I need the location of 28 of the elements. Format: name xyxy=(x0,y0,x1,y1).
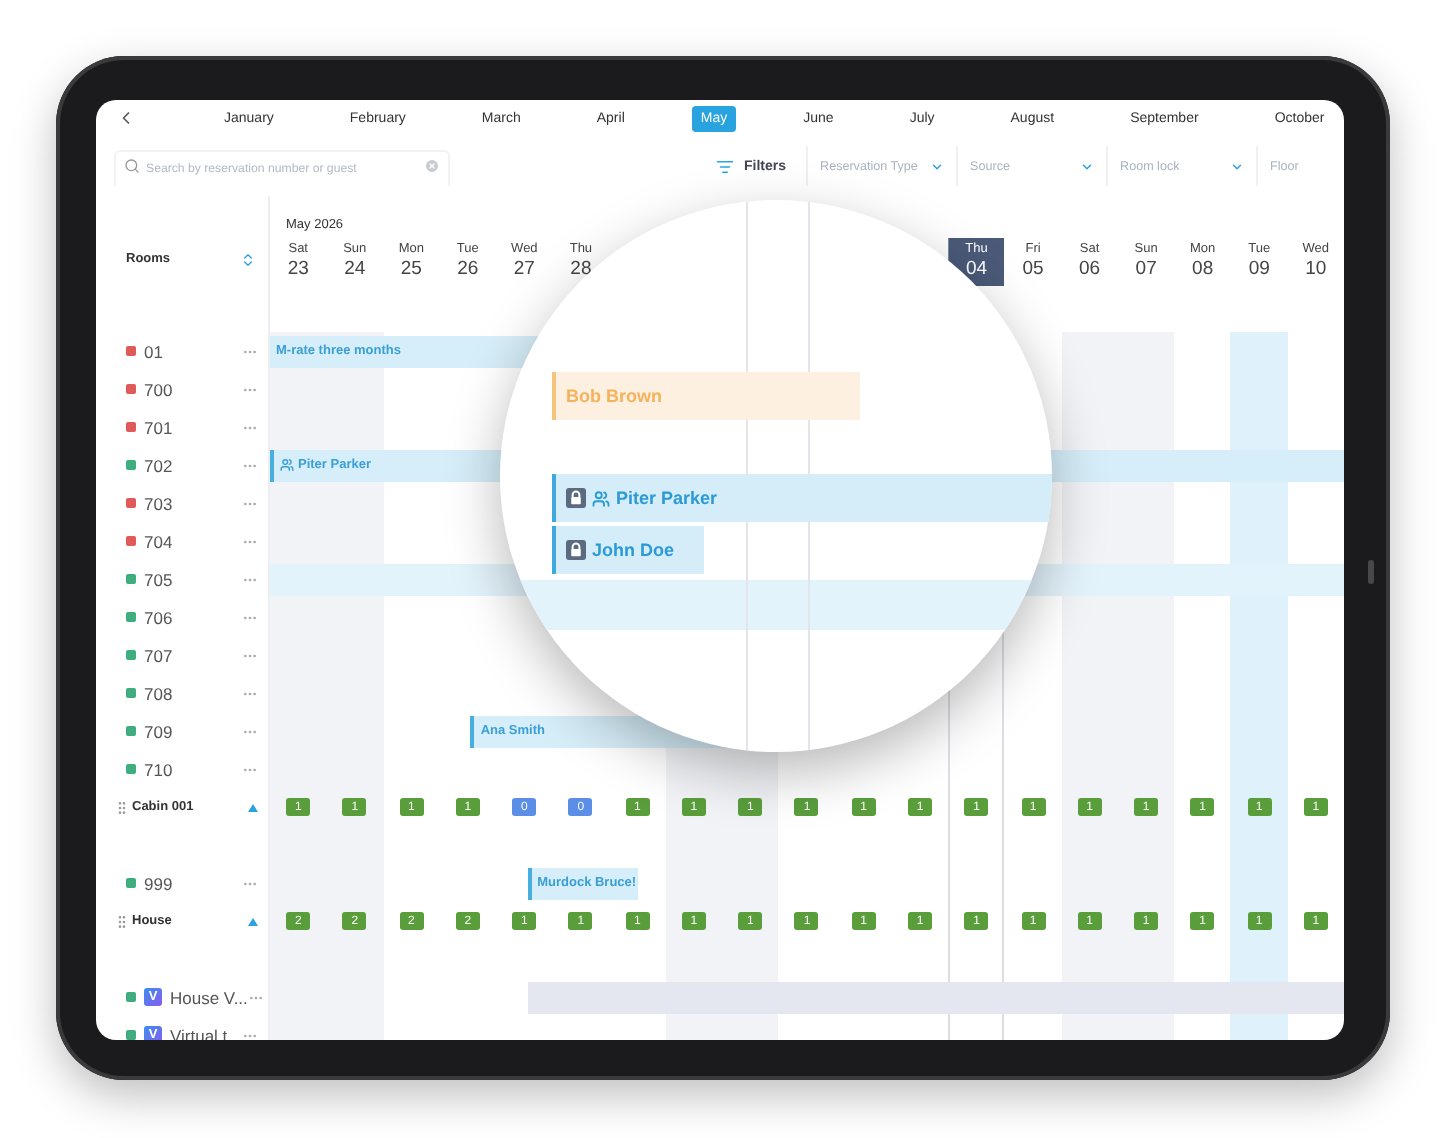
room-name: 701 xyxy=(144,417,173,437)
caret-icon[interactable] xyxy=(248,803,258,811)
caret-icon[interactable] xyxy=(248,917,258,925)
filter-icon xyxy=(716,157,734,175)
room-name: 707 xyxy=(144,645,173,665)
chevron-down-icon xyxy=(1230,159,1245,173)
room-name: 01 xyxy=(144,341,163,361)
lock-icon xyxy=(566,488,586,508)
sort-icon[interactable] xyxy=(240,252,256,268)
room-name: 706 xyxy=(144,607,173,627)
room-name: 705 xyxy=(144,569,173,589)
drag-handle-icon[interactable] xyxy=(114,799,130,815)
booking-bar[interactable] xyxy=(527,981,1344,1013)
room-name: 999 xyxy=(144,873,173,893)
group-icon xyxy=(592,489,610,507)
lock-icon xyxy=(566,540,586,560)
search-icon xyxy=(124,158,140,174)
room-name: 703 xyxy=(144,493,173,513)
room-name: House V... xyxy=(170,987,248,1007)
room-name: 700 xyxy=(144,379,173,399)
room-name: 702 xyxy=(144,455,173,475)
room-name: 709 xyxy=(144,721,173,741)
room-name: 710 xyxy=(144,759,173,779)
room-name: 708 xyxy=(144,683,173,703)
chevron-down-icon xyxy=(1080,159,1095,173)
room-name: 704 xyxy=(144,531,173,551)
drag-handle-icon[interactable] xyxy=(114,913,130,929)
chevron-down-icon xyxy=(930,159,945,173)
